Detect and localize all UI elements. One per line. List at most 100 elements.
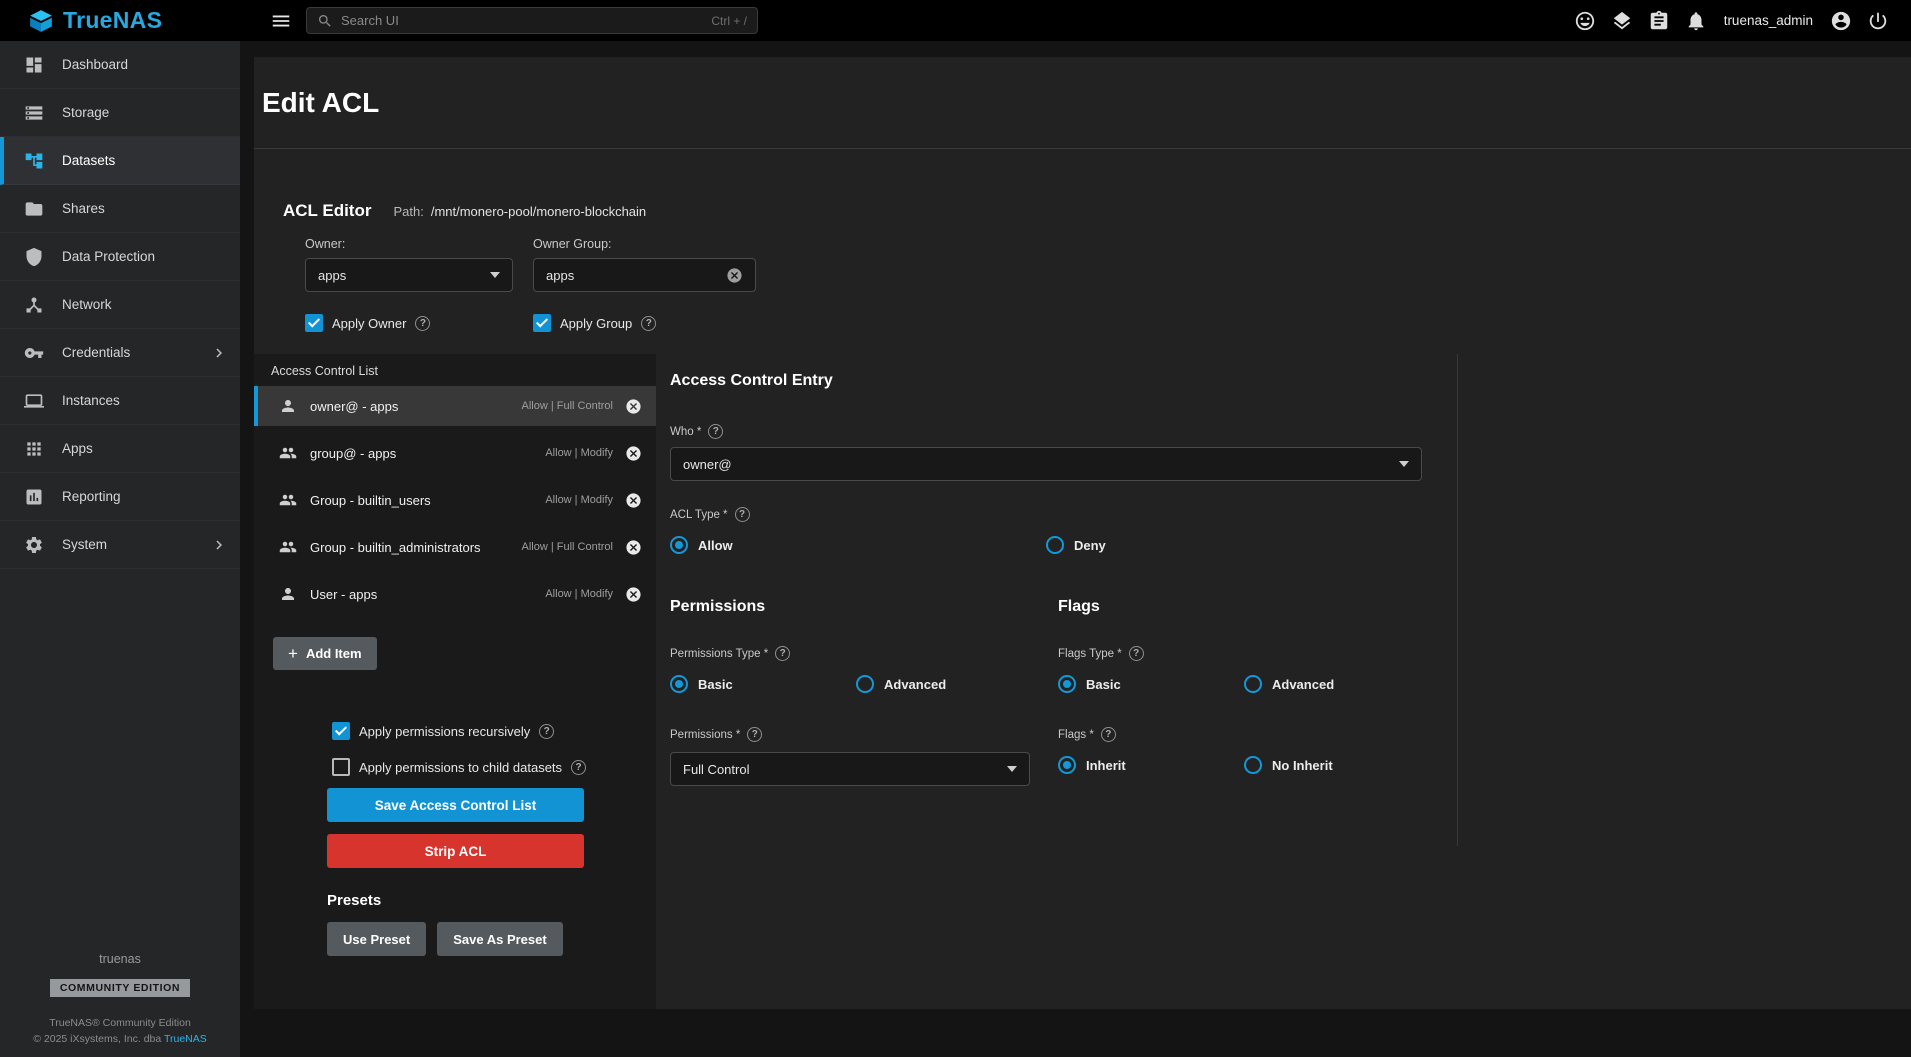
- key-icon: [24, 343, 44, 363]
- help-icon[interactable]: ?: [708, 424, 723, 439]
- radio-flags-basic[interactable]: Basic: [1058, 675, 1244, 693]
- sidebar-item-datasets[interactable]: Datasets: [0, 137, 240, 185]
- search-shortcut: Ctrl + /: [711, 14, 747, 28]
- ace-name: Group - builtin_administrators: [310, 540, 481, 555]
- truenas-logo[interactable]: TrueNAS: [0, 7, 240, 34]
- sidebar-item-network[interactable]: Network: [0, 281, 240, 329]
- datasets-icon: [24, 151, 44, 171]
- child-datasets-checkbox[interactable]: Apply permissions to child datasets ?: [332, 758, 586, 776]
- main-content: Edit ACL ACL Editor Path: /mnt/monero-po…: [240, 41, 1911, 1057]
- sidebar-item-data-protection[interactable]: Data Protection: [0, 233, 240, 281]
- sidebar-item-label: Data Protection: [62, 249, 155, 264]
- permissions-type-label: Permissions Type * ?: [670, 646, 790, 661]
- alerts-button[interactable]: [1685, 10, 1707, 32]
- user-icon: [279, 585, 297, 603]
- remove-entry-button[interactable]: [625, 398, 642, 415]
- owner-group-input[interactable]: apps: [533, 258, 756, 292]
- strip-acl-button[interactable]: Strip ACL: [327, 834, 584, 868]
- user-menu-button[interactable]: [1830, 10, 1852, 32]
- power-button[interactable]: [1867, 10, 1889, 32]
- sidebar-item-storage[interactable]: Storage: [0, 89, 240, 137]
- path-label: Path:: [393, 204, 423, 219]
- truenas-link[interactable]: TrueNAS: [164, 1033, 207, 1045]
- truecommand-button[interactable]: [1611, 10, 1633, 32]
- ace-permission: Allow | Full Control: [522, 541, 614, 553]
- checkbox-icon: [332, 758, 350, 776]
- acl-entry-row[interactable]: User - apps Allow | Modify: [254, 574, 656, 614]
- radio-label: Advanced: [884, 677, 946, 692]
- feedback-button[interactable]: [1574, 10, 1596, 32]
- sidebar-item-label: Storage: [62, 105, 109, 120]
- permissions-section-title: Permissions: [670, 598, 765, 616]
- acl-type-radio-group: Allow Deny: [670, 536, 1106, 554]
- sidebar-footer: truenas COMMUNITY EDITION TrueNAS® Commu…: [0, 952, 240, 1057]
- clear-icon[interactable]: [726, 267, 743, 284]
- owner-group-label: Owner Group:: [533, 237, 756, 251]
- radio-allow[interactable]: Allow: [670, 536, 1046, 554]
- recursive-checkbox[interactable]: Apply permissions recursively ?: [332, 722, 554, 740]
- help-icon[interactable]: ?: [747, 727, 762, 742]
- apply-owner-checkbox[interactable]: Apply Owner ?: [305, 314, 533, 332]
- radio-inherit[interactable]: Inherit: [1058, 756, 1244, 774]
- help-icon[interactable]: ?: [735, 507, 750, 522]
- radio-icon: [1244, 675, 1262, 693]
- owner-label: Owner:: [305, 237, 513, 251]
- help-icon[interactable]: ?: [539, 724, 554, 739]
- sidebar: Dashboard Storage Datasets Shares Data P…: [0, 41, 240, 1057]
- sidebar-item-instances[interactable]: Instances: [0, 377, 240, 425]
- radio-icon: [670, 536, 688, 554]
- jobs-button[interactable]: [1648, 10, 1670, 32]
- flags-section: Flags Flags Type * ? Basic: [1056, 598, 1334, 786]
- help-icon[interactable]: ?: [641, 316, 656, 331]
- remove-entry-button[interactable]: [625, 539, 642, 556]
- card-header: Edit ACL: [254, 57, 1911, 149]
- radio-permissions-advanced[interactable]: Advanced: [856, 675, 946, 693]
- permissions-value: Full Control: [683, 762, 749, 777]
- permissions-type-radio-group: Basic Advanced: [670, 675, 946, 693]
- permissions-select[interactable]: Full Control: [670, 752, 1030, 786]
- search-input[interactable]: [341, 13, 703, 28]
- acl-entry-row[interactable]: group@ - apps Allow | Modify: [254, 433, 656, 473]
- sidebar-item-apps[interactable]: Apps: [0, 425, 240, 473]
- help-icon[interactable]: ?: [1101, 727, 1116, 742]
- acl-entry-row[interactable]: Group - builtin_administrators Allow | F…: [254, 527, 656, 567]
- add-item-button[interactable]: + Add Item: [273, 637, 377, 670]
- sidebar-item-system[interactable]: System: [0, 521, 240, 569]
- apply-group-checkbox[interactable]: Apply Group ?: [533, 314, 656, 332]
- flags-type-label-text: Flags Type *: [1058, 648, 1122, 660]
- truenas-logo-icon: [28, 8, 54, 34]
- sidebar-item-reporting[interactable]: Reporting: [0, 473, 240, 521]
- remove-entry-button[interactable]: [625, 586, 642, 603]
- computer-icon: [24, 391, 44, 411]
- help-icon[interactable]: ?: [1129, 646, 1144, 661]
- sidebar-item-dashboard[interactable]: Dashboard: [0, 41, 240, 89]
- save-acl-button[interactable]: Save Access Control List: [327, 788, 584, 822]
- radio-label: Deny: [1074, 538, 1106, 553]
- menu-toggle-button[interactable]: [270, 10, 292, 32]
- help-icon[interactable]: ?: [571, 760, 586, 775]
- flags-label-text: Flags *: [1058, 729, 1094, 741]
- edition-badge: COMMUNITY EDITION: [50, 979, 190, 997]
- page-title: Edit ACL: [262, 87, 379, 119]
- acl-entry-row[interactable]: Group - builtin_users Allow | Modify: [254, 480, 656, 520]
- use-preset-button[interactable]: Use Preset: [327, 922, 426, 956]
- who-select[interactable]: owner@: [670, 447, 1422, 481]
- remove-entry-button[interactable]: [625, 492, 642, 509]
- radio-deny[interactable]: Deny: [1046, 536, 1106, 554]
- sidebar-item-shares[interactable]: Shares: [0, 185, 240, 233]
- help-icon[interactable]: ?: [775, 646, 790, 661]
- help-icon[interactable]: ?: [415, 316, 430, 331]
- bell-icon: [1685, 10, 1707, 32]
- search-box[interactable]: Ctrl + /: [306, 7, 758, 34]
- radio-flags-advanced[interactable]: Advanced: [1244, 675, 1334, 693]
- radio-icon: [1046, 536, 1064, 554]
- owner-select[interactable]: apps: [305, 258, 513, 292]
- radio-permissions-basic[interactable]: Basic: [670, 675, 856, 693]
- remove-entry-button[interactable]: [625, 445, 642, 462]
- acl-entry-row[interactable]: owner@ - apps Allow | Full Control: [254, 386, 656, 426]
- radio-no-inherit[interactable]: No Inherit: [1244, 756, 1333, 774]
- save-as-preset-button[interactable]: Save As Preset: [437, 922, 562, 956]
- group-icon: [279, 444, 297, 462]
- sidebar-item-credentials[interactable]: Credentials: [0, 329, 240, 377]
- radio-label: Basic: [1086, 677, 1121, 692]
